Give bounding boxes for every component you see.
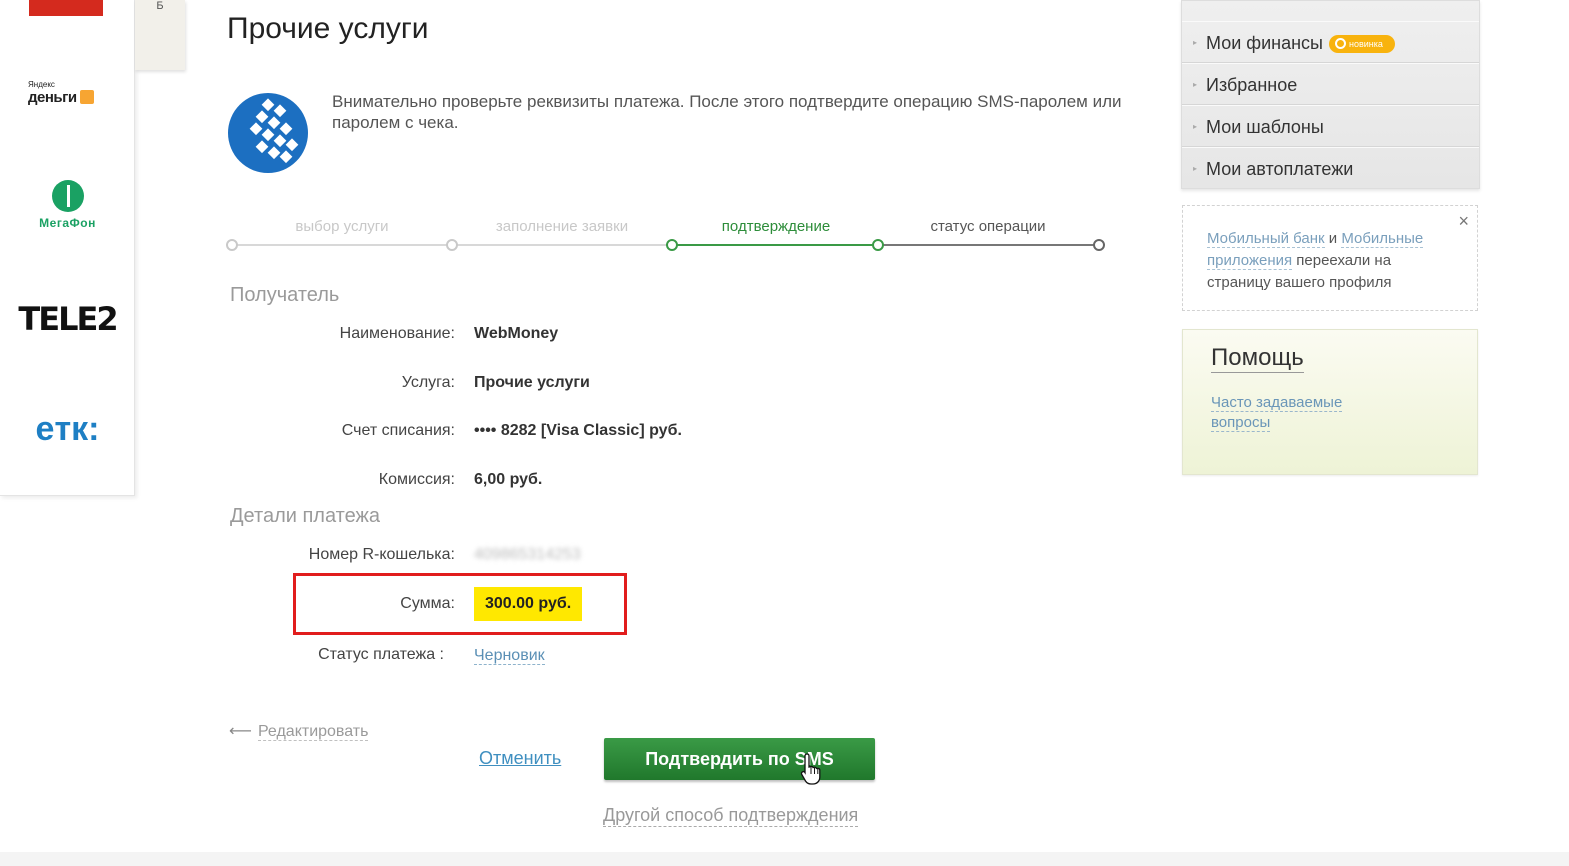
wallet-label: Номер R-кошелька: — [308, 546, 455, 563]
side-tab[interactable]: Б — [135, 0, 185, 70]
menu-item-label: Мои финансы — [1206, 33, 1323, 53]
provider-yandex-small: Яндекс — [28, 80, 55, 89]
triangle-right-icon: ▸ — [1193, 164, 1198, 173]
menu-item-autopayments[interactable]: ▸ Мои автоплатежи — [1182, 147, 1479, 189]
provider-yandex-big: деньги — [28, 89, 77, 106]
bottom-strip — [0, 852, 1569, 866]
help-panel: Помощь Часто задаваемые вопросы — [1182, 329, 1478, 475]
webmoney-logo-icon — [228, 93, 308, 173]
name-value: WebMoney — [474, 325, 559, 342]
menu-item-label: Мои автоплатежи — [1206, 159, 1354, 179]
account-label: Счет списания: — [341, 422, 455, 439]
step-fill-form: заполнение заявки — [495, 218, 629, 235]
step-confirmation: подтверждение — [721, 218, 831, 235]
megafon-logo-icon — [51, 180, 84, 212]
step-operation-status: статус операции — [930, 218, 1046, 235]
triangle-right-icon: ▸ — [1193, 38, 1198, 47]
providers-column: Яндекс деньги МегаФон TELE2 eтк: — [0, 0, 135, 496]
provider-tele2[interactable]: TELE2 — [0, 300, 135, 338]
page-title: Прочие услуги — [227, 12, 429, 45]
name-label: Наименование: — [339, 325, 455, 342]
progress-steps: выбор услуги заполнение заявки подтвержд… — [226, 214, 1111, 254]
step-line-next — [878, 244, 1100, 246]
amount-highlight-box — [293, 573, 627, 635]
service-value: Прочие услуги — [474, 374, 590, 391]
fee-label: Комиссия: — [378, 471, 455, 488]
triangle-right-icon: ▸ — [1193, 122, 1198, 131]
step-dot-3 — [666, 239, 678, 251]
step-select-service: выбор услуги — [295, 218, 389, 235]
fee-value: 6,00 руб. — [474, 471, 543, 488]
verification-notice: Внимательно проверьте реквизиты платежа.… — [332, 92, 1122, 132]
menu-item-my-finances[interactable]: ▸ Мои финансы новинка — [1182, 21, 1479, 63]
side-tab-label: Б — [156, 0, 164, 12]
step-dot-2 — [446, 239, 458, 251]
notice-and: и — [1324, 230, 1342, 247]
account-value: •••• 8282 [Visa Classic] руб. — [474, 422, 682, 439]
mobile-bank-link[interactable]: Мобильный банк — [1207, 230, 1325, 248]
other-confirmation-link[interactable]: Другой способ подтверждения — [603, 805, 859, 827]
menu-item-templates[interactable]: ▸ Мои шаблоны — [1182, 105, 1479, 147]
menu-item-label: Избранное — [1206, 75, 1298, 95]
mobile-bank-notice: × Мобильный банк и Мобильные приложения … — [1182, 205, 1478, 311]
help-title[interactable]: Помощь — [1211, 344, 1304, 373]
triangle-right-icon: ▸ — [1193, 80, 1198, 89]
wallet-value: 409865314253 — [474, 546, 581, 563]
step-dot-5 — [1093, 239, 1105, 251]
provider-megafon[interactable]: МегаФон — [0, 180, 135, 230]
step-dot-1 — [226, 239, 238, 251]
details-heading: Детали платежа — [230, 505, 380, 527]
close-icon[interactable]: × — [1458, 210, 1469, 232]
confirm-sms-button[interactable]: Подтвердить по SMS — [604, 738, 875, 780]
edit-link-label: Редактировать — [257, 723, 369, 741]
badge-circle-icon — [1334, 38, 1346, 49]
provider-etk[interactable]: eтк: — [0, 410, 135, 449]
menu-item-label: Мои шаблоны — [1206, 117, 1324, 137]
status-value[interactable]: Черновик — [474, 647, 545, 665]
provider-yandex-money[interactable]: Яндекс деньги — [28, 80, 108, 107]
edit-link[interactable]: ⟵ Редактировать — [229, 721, 369, 741]
provider-megafon-label: МегаФон — [39, 216, 96, 230]
service-label: Услуга: — [401, 374, 455, 391]
right-menu: ▸ Мои финансы новинка ▸ Избранное ▸ Мои шабл… — [1181, 0, 1480, 189]
cancel-button[interactable]: Отменить — [479, 748, 561, 769]
recipient-heading: Получатель — [230, 284, 340, 306]
arrow-left-icon: ⟵ — [229, 723, 252, 740]
menu-item-favorites[interactable]: ▸ Избранное — [1182, 63, 1479, 105]
faq-link-wrap: Часто задаваемые вопросы — [1211, 393, 1371, 433]
status-label: Статус платежа : — [318, 646, 444, 663]
hand-cursor-icon — [800, 753, 821, 785]
step-line-active — [672, 244, 878, 246]
step-dot-4 — [872, 239, 884, 251]
wallet-icon — [79, 90, 94, 104]
badge-label: новинка — [1348, 39, 1383, 49]
faq-link[interactable]: Часто задаваемые вопросы — [1211, 394, 1343, 432]
new-badge: новинка — [1328, 35, 1395, 53]
status-value-wrap: Черновик — [474, 647, 545, 665]
provider-logo-top[interactable] — [29, 0, 103, 16]
